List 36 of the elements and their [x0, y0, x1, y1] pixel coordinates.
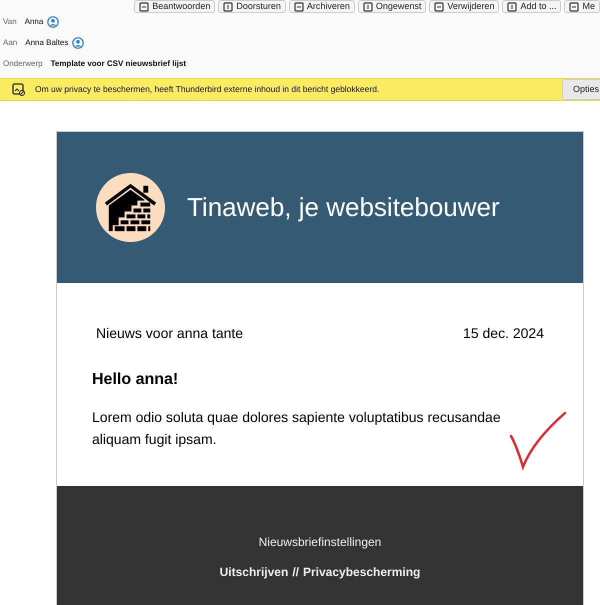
- intro-text: Nieuws voor anna tante: [96, 324, 244, 343]
- blocked-image-icon: [12, 83, 25, 96]
- settings-link[interactable]: Nieuwsbriefinstellingen: [258, 533, 382, 551]
- toolbar-button[interactable]: Doorsturen: [218, 0, 286, 13]
- toolbar-icon: [362, 2, 373, 12]
- checkmark-drawing: [509, 411, 567, 471]
- toolbar-button[interactable]: Verwijderen: [429, 0, 500, 13]
- privacy-link[interactable]: Privacybescherming: [302, 563, 420, 581]
- date-text: 15 dec. 2024: [463, 324, 544, 343]
- header-value: Anna Baltes: [25, 37, 68, 49]
- toolbar-icon: [223, 2, 234, 12]
- toolbar-button[interactable]: Beantwoorden: [134, 0, 216, 13]
- options-button[interactable]: Opties: [562, 79, 600, 100]
- contact-icon: [47, 16, 60, 28]
- toolbar-icon: [434, 2, 444, 12]
- header-label: Aan: [3, 37, 18, 49]
- header-label: Van: [3, 16, 17, 28]
- header-value: Template voor CSV nieuwsbrief lijst: [50, 58, 186, 70]
- toolbar-icon: [294, 2, 304, 12]
- body-paragraph: Lorem odio soluta quae dolores sapiente voluptatibus recusandae aliquam fugit ipsam.: [92, 408, 502, 449]
- brand-title: Tinaweb, je websitebouwer: [187, 191, 500, 224]
- link-separator: //: [292, 564, 299, 581]
- toolbar-button[interactable]: Add to ...: [502, 0, 562, 13]
- toolbar-icon: [139, 2, 150, 12]
- toolbar-icon: [569, 2, 580, 12]
- contact-icon: [72, 37, 84, 49]
- notice-text: Om uw privacy te beschermen, heeft Thunderbird externe inhoud in dit bericht geblokkeerd.: [35, 83, 380, 96]
- unsubscribe-link[interactable]: Uitschrijven: [220, 563, 288, 581]
- toolbar-icon: [507, 2, 518, 12]
- toolbar-button[interactable]: Me: [564, 0, 600, 13]
- toolbar-button[interactable]: Archiveren: [288, 0, 355, 13]
- header-label: Onderwerp: [3, 58, 43, 70]
- house-logo-icon: [95, 172, 166, 243]
- toolbar-button[interactable]: Ongewenst: [358, 0, 426, 13]
- header-value: Anna: [24, 16, 44, 28]
- greeting-heading: Hello anna!: [92, 370, 180, 390]
